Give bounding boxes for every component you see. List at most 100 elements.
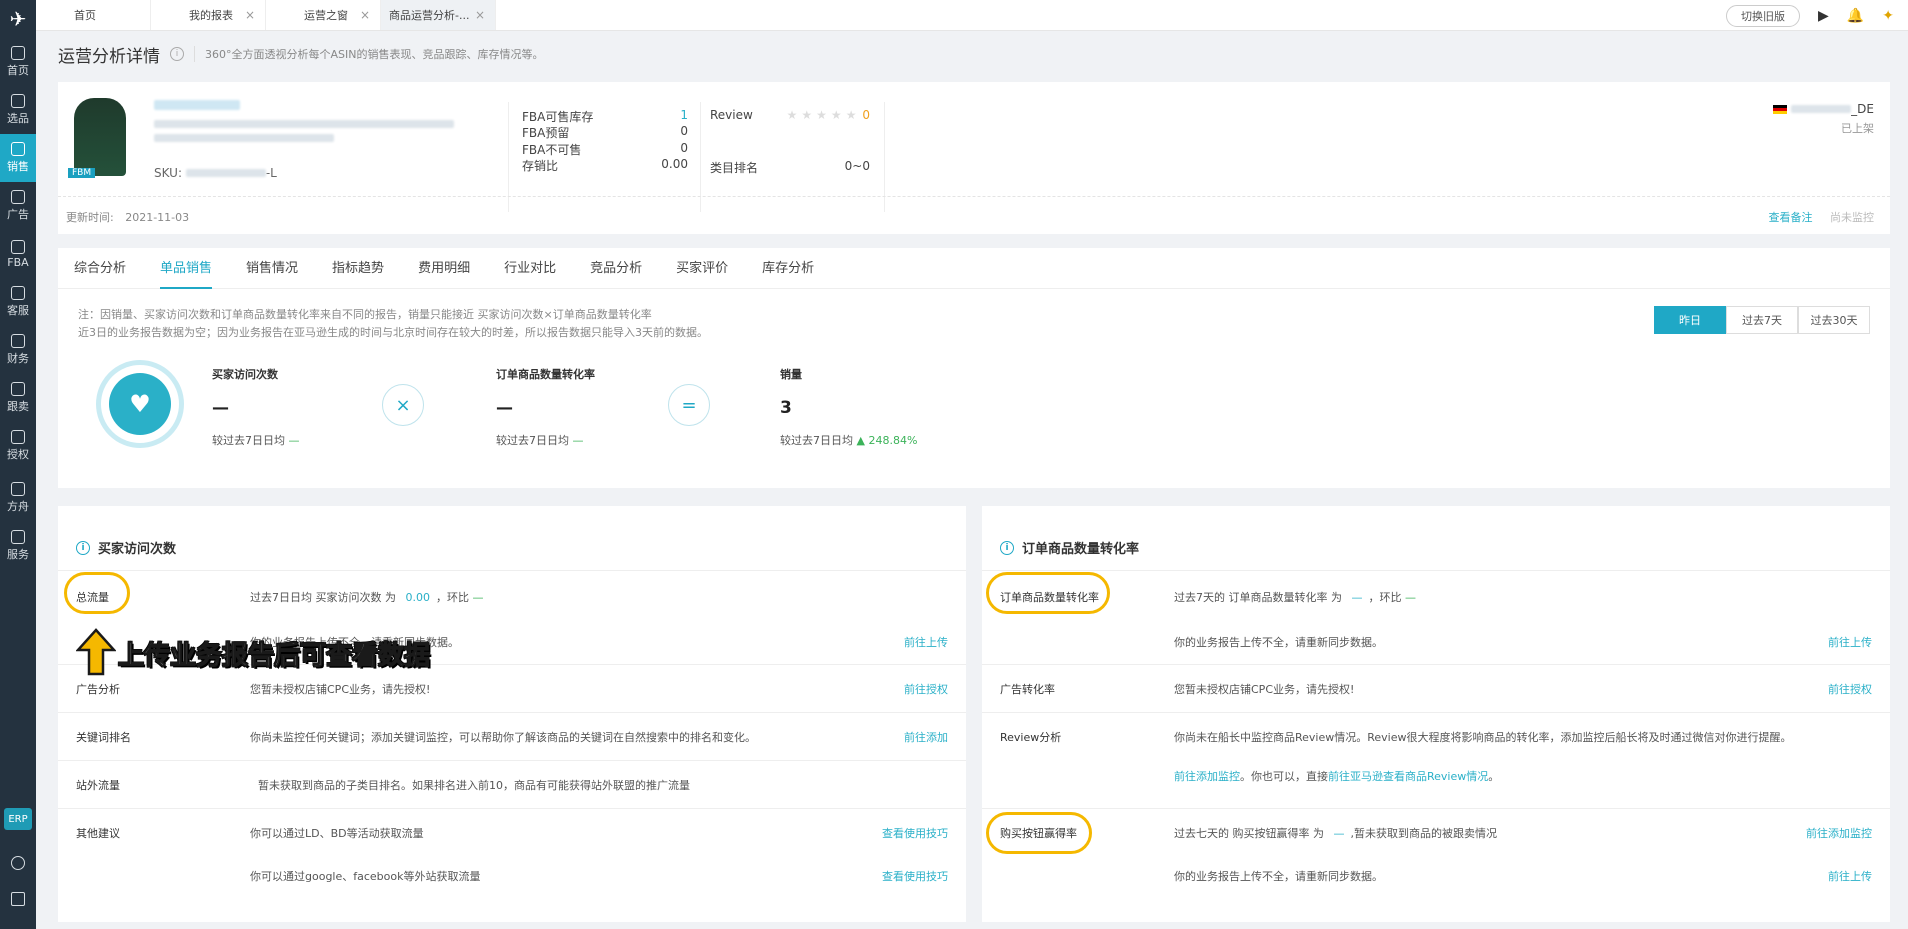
table-row: 其他建议 你可以通过LD、BD等活动获取流量 查看使用技巧	[58, 808, 966, 856]
sidebar-item-ads[interactable]: 广告	[0, 182, 36, 230]
info-icon: i	[76, 540, 90, 555]
tab-bar: 首页 我的报表 × 运营之窗 × 商品运营分析-... × 切换旧版 ▶ 🔔 ✦	[36, 0, 1908, 31]
table-row: 购买按钮赢得率 过去七天的 购买按钮赢得率 为 — ,暂未获取到商品的被跟卖情况 …	[982, 808, 1890, 856]
sidebar-item-finance[interactable]: 财务	[0, 326, 36, 374]
star-rating: ★★★★★	[786, 108, 861, 122]
sidebar: ✈ 首页 选品 销售 广告 FBA 客服 财务 跟卖 授权 方舟 服务 ERP	[0, 0, 36, 929]
tab-home[interactable]: 首页	[36, 0, 151, 30]
page-title: 运营分析详情	[58, 46, 160, 67]
amazon-review-link[interactable]: 前往亚马逊查看商品Review情况	[1328, 770, 1488, 783]
de-flag-icon	[1773, 105, 1788, 114]
chart-icon	[11, 142, 25, 156]
table-row: 订单商品数量转化率 过去7天的 订单商品数量转化率 为 — ，环比 —	[982, 570, 1890, 618]
tab-fees[interactable]: 费用明细	[418, 248, 470, 289]
authorize-link[interactable]: 前往授权	[904, 681, 948, 697]
service-icon	[11, 286, 25, 300]
tips-link[interactable]: 查看使用技巧	[882, 868, 948, 884]
close-icon[interactable]: ×	[245, 8, 255, 22]
tab-industry[interactable]: 行业对比	[504, 248, 556, 289]
stock-fba-unsellable: FBA不可售 0	[522, 141, 688, 157]
notes: 注：因销量、买家访问次数和订单商品数量转化率来自不同的报告，销量只能接近 买家访…	[78, 308, 708, 339]
sidebar-item-select[interactable]: 选品	[0, 86, 36, 134]
health-shield-icon: ♥	[96, 360, 184, 448]
tab-sales-status[interactable]: 销售情况	[246, 248, 298, 289]
visits-section-title: i 买家访问次数	[76, 538, 176, 557]
tab-ops-window[interactable]: 运营之窗 ×	[266, 0, 381, 30]
period-selector: 昨日 过去7天 过去30天	[1654, 306, 1870, 334]
sidebar-item-store[interactable]: 服务	[0, 522, 36, 570]
tab-single-sales[interactable]: 单品销售	[160, 248, 213, 289]
table-row: 你的业务报告上传不全，请重新同步数据。 前往上传	[1174, 868, 1872, 884]
add-monitor-link[interactable]: 前往添加监控	[1806, 825, 1872, 841]
sidebar-item-home[interactable]: 首页	[0, 38, 36, 86]
sidebar-item-ark[interactable]: 方舟	[0, 474, 36, 522]
metric-visits: 买家访问次数 — 较过去7日日均 —	[212, 368, 300, 447]
tab-my-reports[interactable]: 我的报表 ×	[151, 0, 266, 30]
tab-product-analysis[interactable]: 商品运营分析-... ×	[381, 0, 496, 30]
conversion-section-title: i 订单商品数量转化率	[1000, 538, 1139, 557]
period-yesterday[interactable]: 昨日	[1654, 306, 1726, 334]
sidebar-item-fba[interactable]: FBA	[0, 230, 36, 278]
erp-button[interactable]: ERP	[4, 808, 32, 830]
review-summary: Review ★★★★★ 0	[710, 108, 870, 122]
table-row: 你的业务报告上传不全，请重新同步数据。 前往上传	[1174, 634, 1872, 650]
equals-icon: =	[668, 384, 710, 426]
product-image[interactable]	[74, 98, 126, 176]
authorize-link[interactable]: 前往授权	[1828, 681, 1872, 697]
highlight-buybox-rate	[986, 812, 1092, 854]
tab-trend[interactable]: 指标趋势	[332, 248, 384, 289]
table-row: 关键词排名 你尚未监控任何关键词；添加关键词监控，可以帮助你了解该商品的关键词在…	[58, 712, 966, 760]
stock-fba-reserved: FBA预留 0	[522, 124, 688, 140]
product-title-blurred[interactable]	[154, 100, 240, 110]
table-row: 你可以通过google、facebook等外站获取流量 查看使用技巧	[250, 868, 948, 884]
sku: SKU: -L	[154, 166, 277, 180]
monitor-status[interactable]: 尚未监控	[1830, 211, 1874, 224]
upload-link[interactable]: 前往上传	[904, 634, 948, 650]
sidebar-item-auth[interactable]: 授权	[0, 422, 36, 470]
play-icon[interactable]: ▶	[1818, 8, 1829, 24]
shield-icon	[11, 430, 25, 444]
close-icon[interactable]: ×	[360, 8, 370, 22]
metric-conversion: 订单商品数量转化率 — 较过去7日日均 —	[496, 368, 595, 447]
switch-version-button[interactable]: 切换旧版	[1726, 4, 1801, 27]
gift-icon[interactable]	[11, 892, 25, 906]
tab-competitor[interactable]: 竞品分析	[590, 248, 642, 289]
table-row: 站外流量 暂未获取到商品的子类目排名。如果排名进入前10，商品有可能获得站外联盟…	[58, 760, 966, 808]
conversion-panel: i 订单商品数量转化率 订单商品数量转化率 过去7天的 订单商品数量转化率 为 —…	[982, 506, 1890, 922]
period-7days[interactable]: 过去7天	[1726, 306, 1798, 334]
upload-link[interactable]: 前往上传	[1828, 634, 1872, 650]
info-icon: i	[1000, 540, 1014, 555]
add-monitor-link[interactable]: 前往添加监控	[1174, 770, 1240, 783]
top-actions: 切换旧版 ▶ 🔔 ✦	[1726, 0, 1908, 31]
close-icon[interactable]: ×	[475, 8, 485, 22]
period-30days[interactable]: 过去30天	[1798, 306, 1870, 334]
tab-reviews[interactable]: 买家评价	[676, 248, 728, 289]
multiply-icon: ×	[382, 384, 424, 426]
sidebar-item-follow[interactable]: 跟卖	[0, 374, 36, 422]
tab-inventory[interactable]: 库存分析	[762, 248, 814, 289]
add-keyword-link[interactable]: 前往添加	[904, 729, 948, 745]
upload-link[interactable]: 前往上传	[1828, 868, 1872, 884]
product-desc-blurred	[154, 120, 454, 128]
pie-icon	[11, 382, 25, 396]
view-notes-link[interactable]: 查看备注	[1769, 211, 1813, 224]
sidebar-item-service[interactable]: 客服	[0, 278, 36, 326]
ad-icon	[11, 190, 25, 204]
home-icon	[11, 46, 25, 60]
sidebar-item-sales[interactable]: 销售	[0, 134, 36, 182]
info-icon[interactable]: i	[170, 47, 184, 61]
bell-icon[interactable]: 🔔	[1847, 8, 1864, 24]
finance-icon	[11, 334, 25, 348]
sales-card: 综合分析 单品销售 销售情况 指标趋势 费用明细 行业对比 竞品分析 买家评价 …	[58, 248, 1890, 488]
user-icon[interactable]: ✦	[1882, 8, 1894, 24]
overlay-annotation: 上传业务报告后可查看数据	[117, 641, 431, 672]
tips-link[interactable]: 查看使用技巧	[882, 825, 948, 841]
search-icon	[11, 94, 25, 108]
table-row: 前往添加监控。你也可以，直接前往亚马逊查看商品Review情况。	[1174, 770, 1500, 783]
metric-sales: 销量 3 较过去7日日均 ▲ 248.84%	[780, 368, 918, 447]
tab-overview[interactable]: 综合分析	[74, 248, 126, 289]
support-icon[interactable]	[11, 856, 25, 870]
stock-fba-available: FBA可售库存 1	[522, 108, 688, 124]
logo[interactable]: ✈	[0, 0, 36, 38]
listing-status: 已上架	[1841, 122, 1874, 135]
